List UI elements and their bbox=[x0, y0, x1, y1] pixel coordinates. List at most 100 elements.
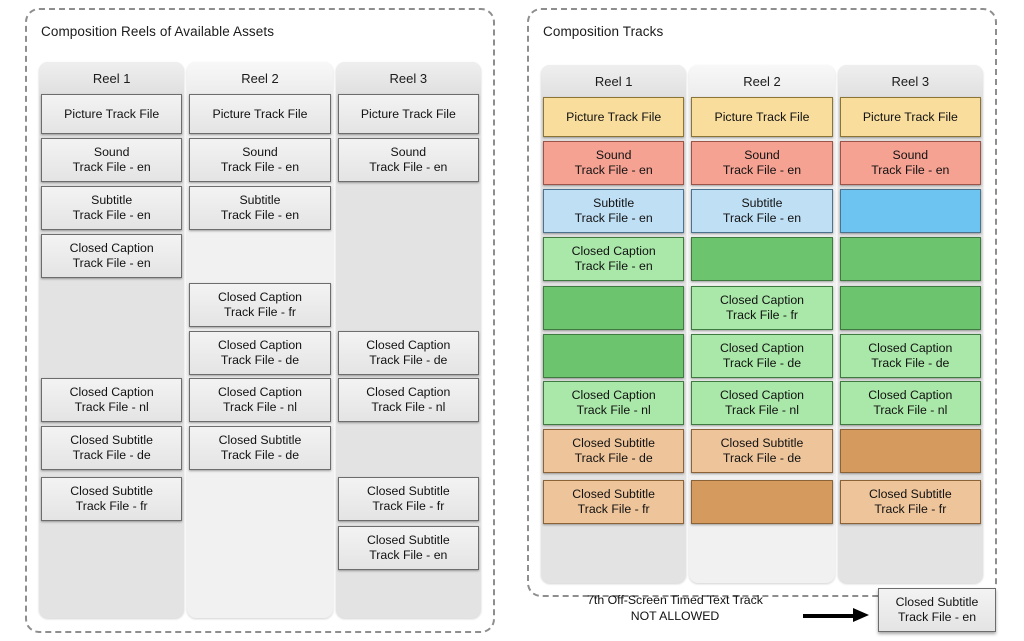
reel-column-body: Picture Track File Sound Track File - en Cl… bbox=[336, 94, 481, 618]
track-cell-line1: Closed Caption bbox=[217, 385, 303, 399]
track-cell-line2: Track File - en bbox=[72, 256, 151, 270]
track-cell-line1: Closed Caption bbox=[719, 293, 805, 307]
track-cell-line1: Picture Track File bbox=[862, 109, 958, 124]
track-cell-line2: Track File - fr bbox=[75, 499, 148, 513]
track-cell-line2: Track File - en bbox=[220, 160, 300, 174]
disallowed-track-box: Closed Subtitle Track File - en bbox=[878, 588, 996, 632]
track-file-cell: Closed Caption Track File - en bbox=[543, 237, 685, 281]
composition-reels-panel-title: Composition Reels of Available Assets bbox=[41, 24, 275, 39]
reel-column-body: Picture Track File Sound Track File - en Cl… bbox=[838, 97, 983, 583]
track-cell-line1: Closed Caption bbox=[571, 244, 656, 258]
track-cell-line1: Subtitle bbox=[593, 196, 635, 210]
track-file-cell: Closed Caption Track File - de bbox=[337, 331, 479, 375]
track-cell-line2: Track File - en bbox=[72, 160, 151, 174]
track-cell-line1: Closed Caption bbox=[69, 241, 154, 255]
track-cell-line2: Track File - en bbox=[369, 160, 448, 174]
track-file-cell: Picture Track File bbox=[41, 94, 183, 134]
track-file-cell: Closed Caption Track File - nl bbox=[337, 378, 479, 422]
track-file-cell: Closed Caption Track File - de bbox=[691, 334, 833, 378]
track-cell-line2: Track File - fr bbox=[577, 502, 650, 516]
track-file-cell: Closed Caption Track File - nl bbox=[691, 381, 833, 425]
track-cell-line2: Track File - de bbox=[722, 356, 802, 370]
track-fill-cell bbox=[691, 480, 833, 524]
track-cell-line1: Closed Subtitle bbox=[572, 436, 656, 450]
track-file-cell: Picture Track File bbox=[337, 94, 479, 134]
track-cell-line1: Closed Subtitle bbox=[572, 487, 656, 501]
track-file-cell: Picture Track File bbox=[691, 97, 833, 137]
track-cell-line1: Closed Subtitle bbox=[720, 436, 804, 450]
track-file-cell: Sound Track File - en bbox=[337, 138, 479, 182]
track-cell-line2: Track File - de bbox=[574, 451, 653, 465]
track-cell-line2: Track File - nl bbox=[724, 403, 799, 417]
track-cell-line1: Closed Caption bbox=[217, 290, 303, 304]
reel-column-header: Reel 1 bbox=[39, 62, 185, 94]
reel-column-body: Picture Track File Sound Track File - en Su… bbox=[541, 97, 686, 583]
track-cell-line2: Track File - de bbox=[220, 448, 300, 462]
track-cell-line1: Closed Subtitle bbox=[366, 533, 450, 547]
reel-column-header: Reel 2 bbox=[689, 65, 835, 97]
track-fill-cell bbox=[839, 189, 981, 233]
track-cell-line2: Track File - de bbox=[369, 353, 448, 367]
composition-reels-panel: Composition Reels of Available Assets Re… bbox=[25, 8, 495, 633]
track-file-cell: Sound Track File - en bbox=[839, 141, 981, 185]
reel-column: Reel 3 Picture Track File Sound Track File … bbox=[335, 62, 481, 618]
reel-column: Reel 1 Picture Track File Sound Track File … bbox=[541, 65, 687, 583]
track-cell-line2: Track File - en bbox=[574, 259, 653, 273]
track-file-cell: Closed Caption Track File - de bbox=[839, 334, 981, 378]
track-cell-line1: Closed Subtitle bbox=[70, 484, 154, 498]
track-cell-line2: Track File - fr bbox=[874, 502, 947, 516]
reel-column-header: Reel 1 bbox=[541, 65, 687, 97]
track-cell-line1: Closed Caption bbox=[366, 385, 451, 399]
track-file-cell: Closed Caption Track File - nl bbox=[189, 378, 331, 422]
track-cell-line2: Track File - en bbox=[574, 211, 653, 225]
track-cell-line2: Track File - fr bbox=[372, 499, 445, 513]
track-cell-line2: Track File - nl bbox=[873, 403, 948, 417]
track-fill-cell bbox=[839, 286, 981, 330]
track-cell-line1: Subtitle bbox=[239, 193, 281, 207]
track-file-cell: Closed Caption Track File - nl bbox=[839, 381, 981, 425]
track-file-cell: Closed Caption Track File - nl bbox=[41, 378, 183, 422]
track-cell-line2: Track File - de bbox=[220, 353, 300, 367]
track-file-cell: Closed Subtitle Track File - fr bbox=[543, 480, 685, 524]
track-cell-line1: Sound bbox=[744, 148, 780, 162]
track-cell-line2: Track File - nl bbox=[222, 400, 297, 414]
track-cell-line1: Picture Track File bbox=[64, 106, 160, 121]
track-fill-cell bbox=[839, 237, 981, 281]
track-cell-line2: Track File - en bbox=[369, 548, 448, 562]
track-file-cell: Closed Caption Track File - de bbox=[189, 331, 331, 375]
track-cell-line1: Sound bbox=[595, 148, 632, 162]
track-file-cell: Picture Track File bbox=[189, 94, 331, 134]
track-file-cell: Subtitle Track File - en bbox=[543, 189, 685, 233]
track-cell-line1: Sound bbox=[242, 145, 278, 159]
track-fill-cell bbox=[839, 429, 981, 473]
track-cell-line1: Picture Track File bbox=[566, 109, 662, 124]
track-file-cell: Closed Subtitle Track File - de bbox=[41, 426, 183, 470]
composition-tracks-panel: Composition Tracks Reel 1 Picture Track F… bbox=[527, 8, 997, 597]
composition-tracks-panel-title: Composition Tracks bbox=[543, 24, 664, 39]
track-cell-line2: Track File - fr bbox=[224, 305, 296, 319]
track-file-cell: Sound Track File - en bbox=[543, 141, 685, 185]
track-cell-line1: Closed Caption bbox=[868, 341, 953, 355]
track-cell-line1: Closed Subtitle bbox=[218, 433, 302, 447]
reel-column: Reel 1 Picture Track File Sound Track File … bbox=[39, 62, 185, 618]
track-cell-line1: Sound bbox=[93, 145, 130, 159]
reel-columns-available-assets: Reel 1 Picture Track File Sound Track File … bbox=[39, 62, 481, 618]
track-cell-line1: Closed Caption bbox=[69, 385, 154, 399]
track-cell-line2: Track File - en bbox=[220, 208, 300, 222]
track-cell-line1: Sound bbox=[390, 145, 427, 159]
reel-column-header: Reel 3 bbox=[837, 65, 983, 97]
reel-column-header: Reel 2 bbox=[187, 62, 333, 94]
track-cell-line2: Track File - fr bbox=[726, 308, 798, 322]
track-cell-line2: Track File - de bbox=[72, 448, 151, 462]
track-file-cell: Picture Track File bbox=[543, 97, 685, 137]
track-file-cell: Picture Track File bbox=[839, 97, 981, 137]
track-cell-line1: Closed Subtitle bbox=[366, 484, 450, 498]
arrow-right-icon bbox=[803, 608, 871, 622]
footer-note: 7th Off-Screen Timed Text Track NOT ALLO… bbox=[527, 588, 997, 640]
track-cell-line1: Sound bbox=[892, 148, 929, 162]
track-cell-line2: Track File - nl bbox=[371, 400, 446, 414]
reel-column: Reel 3 Picture Track File Sound Track File … bbox=[837, 65, 983, 583]
track-cell-line1: Picture Track File bbox=[360, 106, 456, 121]
track-cell-line1: Subtitle bbox=[91, 193, 133, 207]
diagram-canvas: Composition Reels of Available Assets Re… bbox=[0, 0, 1024, 641]
